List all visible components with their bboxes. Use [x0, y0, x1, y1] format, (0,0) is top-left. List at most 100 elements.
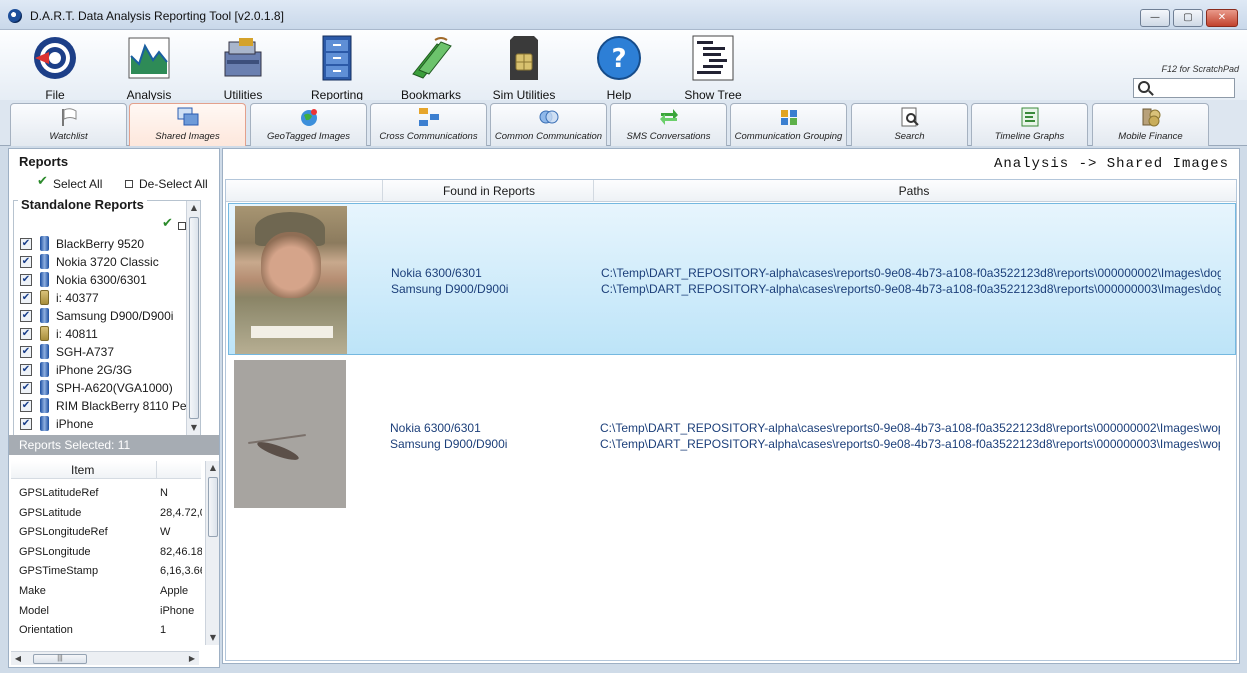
scroll-thumb[interactable] [208, 477, 218, 537]
paths-header[interactable]: Paths [594, 184, 1234, 198]
help-button[interactable]: ? Help [577, 34, 661, 102]
report-label: RIM BlackBerry 8110 Pea [56, 399, 190, 413]
tab-geotagged-images[interactable]: GeoTagged Images [250, 103, 367, 146]
report-checkbox[interactable]: ✔ [20, 382, 32, 394]
report-checkbox[interactable]: ✔ [20, 310, 32, 322]
image-row[interactable]: Nokia 6300/6301 Samsung D900/D900i C:\Te… [228, 203, 1236, 355]
reporting-button[interactable]: Reporting [295, 34, 379, 102]
report-name: Nokia 6300/6301 [390, 421, 481, 435]
standalone-reports-group: Standalone Reports ✔ BlackBerry 9520 ✔ Noki… [13, 197, 201, 436]
properties-table: Item GPSLatitudeRef N GPSLatitude 28,4.72,0… [9, 455, 219, 667]
property-key: XResolution [19, 644, 78, 645]
analysis-tab-bar: Watchlist Shared Images GeoTagged Images… [0, 100, 1247, 146]
tab-shared-images[interactable]: Shared Images [129, 103, 246, 146]
scroll-left-arrow-icon[interactable]: ◀ [11, 652, 25, 666]
report-checkbox[interactable]: ✔ [20, 292, 32, 304]
report-checkbox[interactable]: ✔ [20, 238, 32, 250]
scroll-right-arrow-icon[interactable]: ▶ [185, 652, 199, 666]
report-list-scrollbar[interactable]: ▲ ▼ [186, 201, 200, 435]
tab-cross-communications[interactable]: Cross Communications [370, 103, 487, 146]
sim-utilities-button[interactable]: Sim Utilities [482, 34, 566, 102]
image-row[interactable]: Nokia 6300/6301 Samsung D900/D900i C:\Te… [228, 358, 1236, 510]
search-document-icon [899, 107, 921, 127]
scroll-up-arrow-icon[interactable]: ▲ [206, 461, 220, 475]
show-tree-button[interactable]: Show Tree [671, 34, 755, 102]
tab-sms-conversations[interactable]: SMS Conversations [610, 103, 727, 146]
report-list-item[interactable]: ✔ iPhone 2G/3G [20, 361, 190, 379]
scroll-down-arrow-icon[interactable]: ▼ [187, 421, 201, 435]
property-row[interactable]: Orientation 1 [19, 622, 205, 641]
report-list-item[interactable]: ✔ i: 40811 [20, 325, 190, 343]
property-value: 72 [160, 644, 202, 645]
analysis-button[interactable]: Analysis [107, 34, 191, 102]
property-row[interactable]: GPSLatitude 28,4.72,0 [19, 505, 205, 524]
help-icon: ? [595, 34, 643, 82]
report-label: iPhone [56, 417, 94, 431]
report-list-item[interactable]: ✔ SPH-A620(VGA1000) [20, 379, 190, 397]
report-list-item[interactable]: ✔ i: 40377 [20, 289, 190, 307]
property-row[interactable]: GPSLongitudeRef W [19, 524, 205, 543]
tab-watchlist[interactable]: Watchlist [10, 103, 127, 146]
property-row[interactable]: GPSTimeStamp 6,16,3.66 [19, 563, 205, 582]
tab-search[interactable]: Search [851, 103, 968, 146]
search-field[interactable] [1133, 78, 1235, 98]
report-list-item[interactable]: ✔ Samsung D900/D900i [20, 307, 190, 325]
tab-communication-grouping[interactable]: Communication Grouping [730, 103, 847, 146]
path-text: C:\Temp\DART_REPOSITORY-alpha\cases\repo… [600, 437, 1220, 451]
image-thumbnail[interactable] [235, 206, 347, 354]
report-list-item[interactable]: ✔ Nokia 3720 Classic [20, 253, 190, 271]
report-checkbox[interactable]: ✔ [20, 274, 32, 286]
property-key: Model [19, 604, 49, 617]
minimize-button[interactable]: — [1140, 9, 1170, 27]
tab-label: Cross Communications [379, 131, 478, 142]
globe-icon [298, 107, 320, 127]
bookmarks-button[interactable]: Bookmarks [389, 34, 473, 102]
property-key: GPSLatitudeRef [19, 487, 99, 499]
report-list-item[interactable]: ✔ iPhone [20, 415, 190, 433]
tab-mobile-finance[interactable]: Mobile Finance [1092, 103, 1209, 146]
close-button[interactable]: ✕ [1206, 9, 1238, 27]
properties-scrollbar[interactable]: ▲ ▼ [205, 461, 219, 645]
checkmark-icon [37, 174, 49, 189]
file-button[interactable]: File [13, 34, 97, 102]
check-all-icon[interactable] [162, 216, 174, 231]
report-list-item[interactable]: ✔ Nokia 6300/6301 [20, 271, 190, 289]
select-all-button[interactable]: Select All [37, 174, 102, 191]
maximize-button[interactable]: ▢ [1173, 9, 1203, 27]
report-checkbox[interactable]: ✔ [20, 256, 32, 268]
property-row[interactable]: XResolution 72 [19, 642, 205, 645]
report-checkbox[interactable]: ✔ [20, 346, 32, 358]
uncheck-all-icon[interactable] [178, 222, 186, 230]
scroll-thumb[interactable] [189, 217, 199, 419]
flag-icon [58, 107, 80, 127]
property-value: Apple [160, 585, 189, 597]
scroll-up-arrow-icon[interactable]: ▲ [187, 201, 201, 215]
report-checkbox[interactable]: ✔ [20, 418, 32, 430]
property-row[interactable]: GPSLatitudeRef N [19, 485, 205, 504]
report-list-item[interactable]: ✔ RIM BlackBerry 8110 Pea [20, 397, 190, 415]
property-row[interactable]: GPSLongitude 82,46.18 [19, 544, 205, 563]
tab-common-communication[interactable]: Common Communication [490, 103, 607, 146]
report-checkbox[interactable]: ✔ [20, 364, 32, 376]
analysis-icon [125, 34, 173, 82]
report-checkbox[interactable]: ✔ [20, 400, 32, 412]
file-icon [31, 34, 79, 82]
report-list-item[interactable]: ✔ BlackBerry 9520 [20, 235, 190, 253]
found-in-reports-header[interactable]: Found in Reports [386, 184, 592, 198]
report-name: Nokia 6300/6301 [391, 266, 482, 280]
property-row[interactable]: Make Apple [19, 583, 205, 602]
puzzle-icon [778, 107, 800, 127]
search-input[interactable] [1154, 80, 1232, 96]
property-row[interactable]: Model iPhone [19, 603, 205, 622]
report-checkbox[interactable]: ✔ [20, 328, 32, 340]
phone-icon [40, 344, 49, 359]
scroll-down-arrow-icon[interactable]: ▼ [206, 631, 220, 645]
deselect-all-button[interactable]: De-Select All [125, 177, 208, 191]
scratchpad-hint: F12 for ScratchPad [1161, 64, 1239, 74]
utilities-button[interactable]: Utilities [201, 34, 285, 102]
image-thumbnail[interactable] [234, 360, 346, 508]
properties-hscrollbar[interactable]: ◀ ||| ▶ [11, 651, 199, 665]
tab-timeline-graphs[interactable]: Timeline Graphs [971, 103, 1088, 146]
report-list-item[interactable]: ✔ SGH-A737 [20, 343, 190, 361]
hscroll-thumb[interactable]: ||| [33, 654, 87, 664]
